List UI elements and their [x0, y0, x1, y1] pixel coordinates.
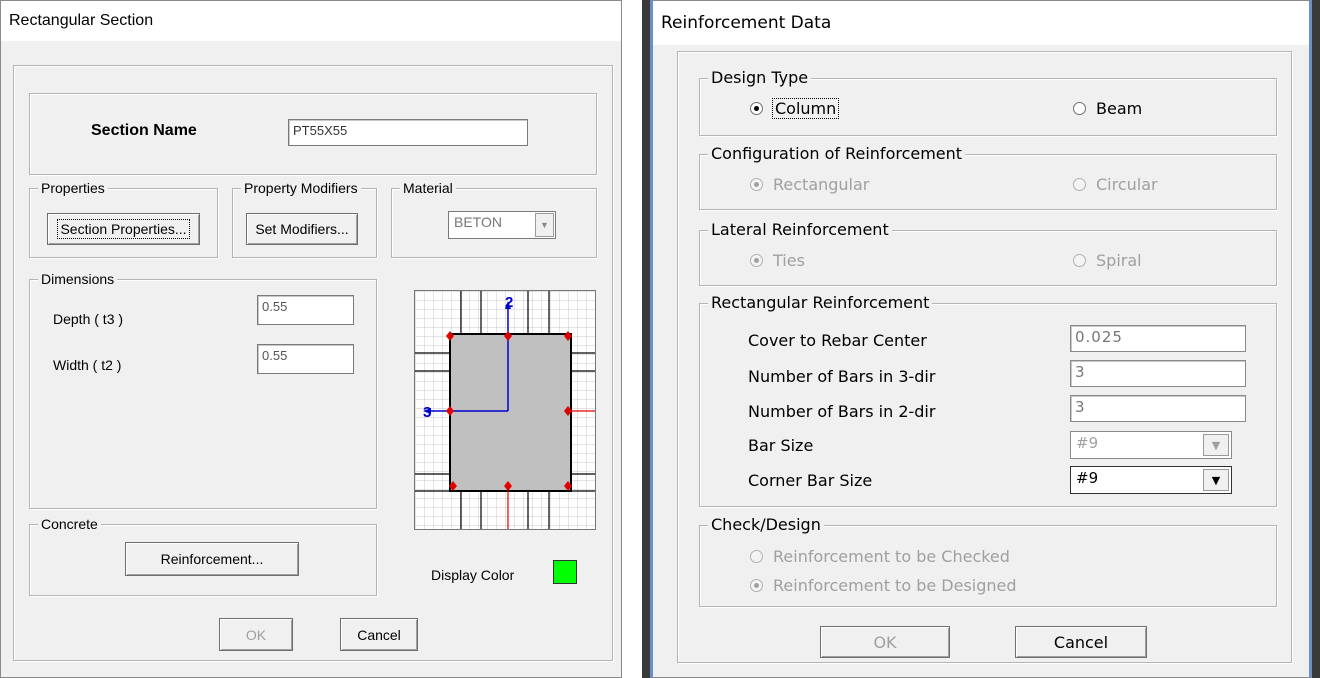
cancel-button[interactable]: Cancel: [340, 618, 418, 651]
rect-reinforcement-legend: Rectangular Reinforcement: [708, 295, 933, 311]
radio-circle: [750, 550, 763, 563]
radio-circle: [750, 178, 763, 191]
rectangular-section-dialog: Rectangular Section Section Name PT55X55…: [0, 0, 622, 678]
cancel-button[interactable]: Cancel: [1015, 626, 1147, 658]
bar-size-select[interactable]: #9 ▼: [1070, 431, 1232, 459]
property-modifiers-legend: Property Modifiers: [241, 180, 361, 196]
section-name-label: Section Name: [91, 122, 197, 139]
depth-input[interactable]: 0.55: [257, 295, 354, 325]
section-preview: 2 3: [414, 290, 596, 530]
screenshot-separator: [622, 0, 642, 678]
concrete-section: [449, 333, 572, 492]
dialog-title-text: Rectangular Section: [9, 12, 154, 29]
dialog-title: Rectangular Section: [1, 1, 621, 41]
chevron-down-icon[interactable]: ▼: [1203, 434, 1229, 456]
cover-label: Cover to Rebar Center: [748, 331, 927, 350]
dimensions-legend: Dimensions: [38, 271, 118, 287]
design-type-legend: Design Type: [708, 70, 812, 86]
reinforcement-data-dialog: Reinforcement Data Design Type Column Be…: [650, 0, 1312, 678]
bars-2-dir-label: Number of Bars in 2-dir: [748, 402, 936, 421]
corner-bar-size-select[interactable]: #9 ▼: [1070, 466, 1232, 494]
depth-label: Depth ( t3 ): [53, 311, 124, 327]
reinforcement-button[interactable]: Reinforcement...: [125, 542, 299, 576]
axis-2-label: 2: [505, 294, 513, 311]
bars-2-dir-input[interactable]: 3: [1070, 395, 1246, 422]
axis-3-label: 3: [423, 404, 431, 421]
lateral-legend: Lateral Reinforcement: [708, 222, 892, 238]
concrete-legend: Concrete: [38, 516, 101, 532]
ties-radio[interactable]: Ties: [750, 251, 805, 270]
bar-size-value: #9: [1076, 434, 1099, 452]
corner-bar-size-label: Corner Bar Size: [748, 471, 873, 490]
column-radio[interactable]: Column: [750, 98, 840, 119]
radio-circle: [1073, 102, 1086, 115]
width-input[interactable]: 0.55: [257, 344, 354, 374]
configuration-legend: Configuration of Reinforcement: [708, 146, 966, 162]
bars-3-dir-input[interactable]: 3: [1070, 360, 1246, 387]
cover-input[interactable]: 0.025: [1070, 325, 1246, 352]
radio-circle: [1073, 254, 1086, 267]
material-value: BETON: [454, 214, 502, 230]
spiral-radio[interactable]: Spiral: [1073, 251, 1142, 270]
chevron-down-icon[interactable]: ▼: [1203, 469, 1229, 491]
radio-circle: [750, 254, 763, 267]
width-label: Width ( t2 ): [53, 357, 122, 373]
ok-button[interactable]: OK: [820, 626, 950, 658]
section-diagram: 2 3: [415, 291, 595, 529]
beam-radio[interactable]: Beam: [1073, 99, 1142, 118]
set-modifiers-button[interactable]: Set Modifiers...: [246, 213, 358, 245]
chevron-down-icon[interactable]: ▼: [535, 213, 554, 237]
ok-button[interactable]: OK: [219, 618, 293, 651]
properties-legend: Properties: [38, 180, 108, 196]
dialog-title: Reinforcement Data: [653, 1, 1309, 45]
check-design-legend: Check/Design: [708, 517, 824, 533]
display-color-label: Display Color: [431, 567, 515, 583]
radio-circle: [1073, 178, 1086, 191]
circular-radio[interactable]: Circular: [1073, 175, 1158, 194]
corner-bar-size-value: #9: [1076, 469, 1099, 487]
radio-circle: [750, 102, 763, 115]
checked-radio[interactable]: Reinforcement to be Checked: [750, 547, 1010, 566]
dialog-title-text: Reinforcement Data: [661, 13, 832, 33]
bars-3-dir-label: Number of Bars in 3-dir: [748, 367, 936, 386]
display-color-swatch[interactable]: [553, 560, 577, 584]
bar-size-label: Bar Size: [748, 436, 814, 455]
rectangular-radio[interactable]: Rectangular: [750, 175, 869, 194]
material-legend: Material: [400, 180, 456, 196]
section-name-input[interactable]: PT55X55: [288, 119, 528, 146]
radio-circle: [750, 579, 763, 592]
designed-radio[interactable]: Reinforcement to be Designed: [750, 576, 1017, 595]
section-properties-button[interactable]: Section Properties...: [47, 213, 200, 245]
material-select[interactable]: BETON ▼: [448, 211, 556, 239]
